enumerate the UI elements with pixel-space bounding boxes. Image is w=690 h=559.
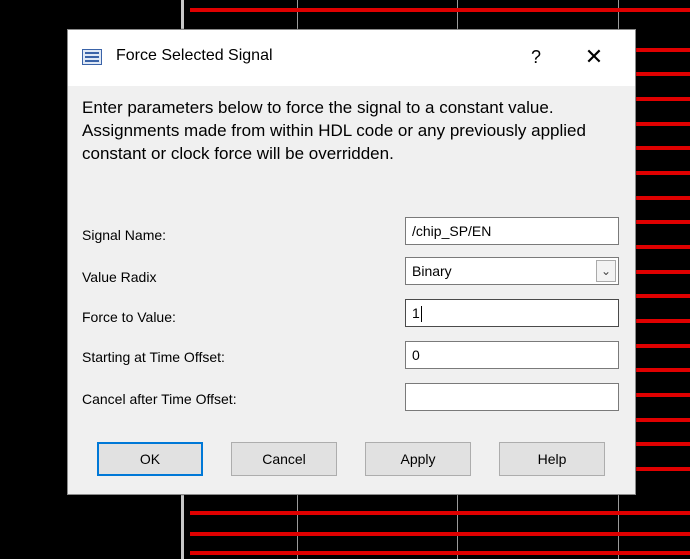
help-button[interactable]: Help [499,442,605,476]
signal-trace [636,72,690,76]
value-radix-select[interactable]: Binary ⌄ [405,257,619,285]
close-icon[interactable]: ✕ [571,40,617,74]
text-caret [420,306,422,323]
signal-trace [636,319,690,323]
cancel-button[interactable]: Cancel [231,442,337,476]
cancel-offset-label: Cancel after Time Offset: [82,391,237,407]
start-offset-input[interactable]: 0 [405,341,619,369]
dialog-description: Enter parameters below to force the sign… [82,98,586,163]
signal-trace [636,146,690,150]
start-offset-label: Starting at Time Offset: [82,349,225,365]
help-question-icon[interactable]: ? [513,40,559,74]
signal-trace [636,418,690,422]
signal-trace [636,368,690,372]
cancel-offset-input[interactable] [405,383,619,411]
signal-trace [636,393,690,397]
ok-button[interactable]: OK [97,442,203,476]
signal-trace [636,196,690,200]
force-signal-dialog: Force Selected Signal ? ✕ Enter paramete… [67,29,636,495]
signal-trace [636,48,690,52]
signal-trace [636,467,690,471]
signal-trace [190,551,690,555]
chevron-down-icon[interactable]: ⌄ [596,260,616,282]
signal-trace [636,122,690,126]
signal-trace [190,511,690,515]
signal-trace [636,270,690,274]
signal-trace [636,220,690,224]
force-value-label: Force to Value: [82,309,176,325]
value-radix-value: Binary [412,263,452,279]
value-radix-label: Value Radix [82,269,157,285]
signal-trace [636,171,690,175]
dialog-app-icon [82,49,102,65]
apply-button[interactable]: Apply [365,442,471,476]
signal-trace [636,97,690,101]
signal-trace [636,294,690,298]
signal-trace [636,245,690,249]
dialog-titlebar[interactable]: Force Selected Signal ? ✕ [68,30,635,86]
signal-trace [636,344,690,348]
signal-name-label: Signal Name: [82,227,167,243]
signal-trace [636,442,690,446]
signal-trace [190,8,690,12]
signal-trace [190,532,690,536]
signal-name-input[interactable]: /chip_SP/EN [405,217,619,245]
force-value-input[interactable]: 1 [405,299,619,327]
dialog-title: Force Selected Signal [116,47,273,64]
force-value-text: 1 [412,305,420,321]
